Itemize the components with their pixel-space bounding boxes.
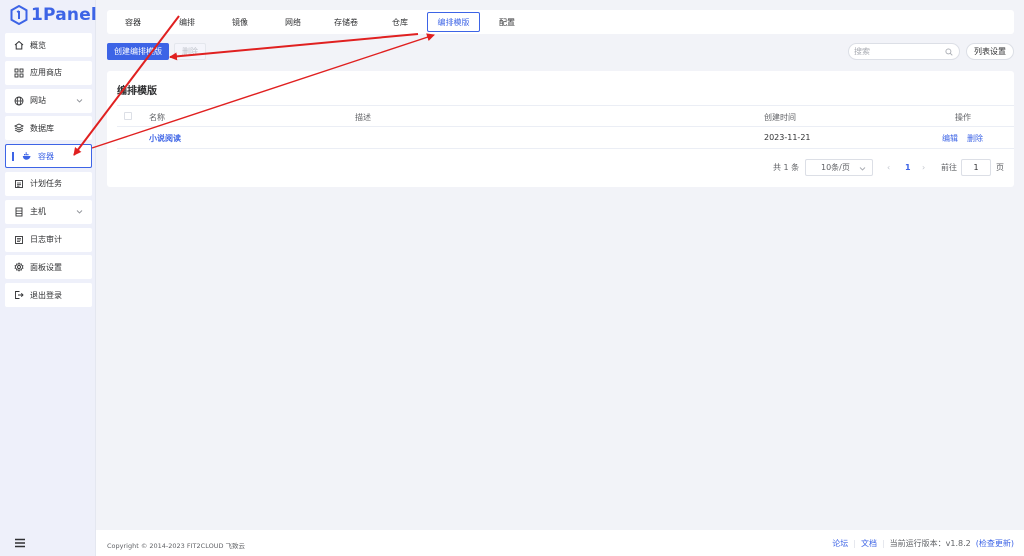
- divider: |: [853, 539, 856, 548]
- sidebar: 1Panel 概览 应用商店 网站 数据库 容器 计划任务 主机 日志审计 面板…: [0, 0, 97, 556]
- divider: [117, 105, 1014, 106]
- divider: [117, 126, 1014, 127]
- search-box[interactable]: [848, 43, 960, 60]
- divider: |: [881, 539, 885, 548]
- sidebar-item-label: 面板设置: [30, 262, 62, 272]
- sidebar-item-label: 概览: [30, 40, 46, 50]
- check-update-link[interactable]: (检查更新): [976, 538, 1014, 549]
- sidebar-item-label: 日志审计: [30, 235, 62, 245]
- version-text: 当前运行版本：v1.8.2: [889, 539, 971, 548]
- database-layers-icon: [14, 123, 24, 133]
- log-icon: [15, 235, 23, 244]
- logo-hexagon-icon: [10, 5, 28, 25]
- column-header-actions: 操作: [955, 113, 971, 122]
- footer-links: 论坛 | 文档 | 当前运行版本：v1.8.2 (检查更新): [832, 538, 1014, 549]
- globe-icon: [14, 96, 24, 106]
- chevron-down-icon: [76, 209, 83, 214]
- footer: Copyright © 2014-2023 FIT2CLOUD 飞致云 论坛 |…: [96, 530, 1024, 556]
- home-icon: [14, 40, 24, 50]
- sidebar-item-log-audit[interactable]: 日志审计: [5, 227, 92, 252]
- goto-suffix: 页: [996, 163, 1004, 172]
- edit-link[interactable]: 编辑: [942, 133, 958, 144]
- row-checkbox[interactable]: [124, 133, 132, 141]
- column-header-created: 创建时间: [764, 113, 796, 122]
- copyright-text: Copyright © 2014-2023 FIT2CLOUD 飞致云: [107, 542, 246, 550]
- tab-container[interactable]: 容器: [115, 12, 151, 32]
- logo[interactable]: 1Panel: [10, 4, 97, 26]
- sidebar-item-label: 网站: [30, 96, 46, 106]
- sidebar-item-container[interactable]: 容器: [5, 144, 92, 169]
- chevron-down-icon: [859, 167, 866, 171]
- column-header-name: 名称: [149, 113, 165, 122]
- delete-button[interactable]: 删除: [174, 43, 206, 60]
- sidebar-item-label: 计划任务: [30, 179, 62, 189]
- sidebar-item-database[interactable]: 数据库: [5, 116, 92, 141]
- sidebar-item-host[interactable]: 主机: [5, 199, 92, 224]
- tab-images[interactable]: 镜像: [223, 12, 257, 32]
- sidebar-item-logout[interactable]: 退出登录: [5, 283, 92, 308]
- apps-grid-icon: [14, 68, 24, 78]
- active-indicator: [12, 151, 14, 161]
- docker-icon: [22, 152, 31, 160]
- divider: [117, 148, 1014, 149]
- menu-collapse-icon[interactable]: [14, 538, 26, 548]
- sidebar-item-label: 应用商店: [30, 68, 62, 78]
- tab-compose-templates[interactable]: 编排模版: [427, 12, 480, 32]
- chevron-down-icon: [76, 98, 83, 103]
- create-template-button[interactable]: 创建编排模版: [107, 43, 169, 60]
- template-created-time: 2023-11-21: [764, 133, 811, 142]
- server-icon: [15, 207, 23, 217]
- prev-page-icon[interactable]: ‹: [887, 159, 890, 176]
- search-icon[interactable]: [945, 48, 953, 56]
- annotation-arrow: [169, 33, 419, 61]
- tab-bar: 容器 编排 镜像 网络 存储卷 仓库 编排模版 配置: [107, 10, 1014, 34]
- sidebar-item-label: 容器: [38, 151, 54, 161]
- page-number-current[interactable]: 1: [905, 159, 911, 176]
- tab-network[interactable]: 网络: [276, 12, 310, 32]
- templates-card: 编排模版 名称 描述 创建时间 操作 小说阅读 2023-11-21 编辑 删除…: [107, 71, 1014, 187]
- forum-link[interactable]: 论坛: [832, 538, 848, 549]
- goto-prefix: 前往: [941, 163, 957, 172]
- pagination-total: 共 1 条: [773, 163, 800, 172]
- tab-volumes[interactable]: 存储卷: [327, 12, 365, 32]
- next-page-icon[interactable]: ›: [922, 159, 925, 176]
- sidebar-item-panel-settings[interactable]: 面板设置: [5, 255, 92, 280]
- sidebar-item-cron[interactable]: 计划任务: [5, 171, 92, 196]
- card-title: 编排模版: [117, 86, 157, 97]
- logo-text: 1Panel: [31, 5, 97, 25]
- select-all-checkbox[interactable]: [124, 112, 132, 120]
- sidebar-item-app-store[interactable]: 应用商店: [5, 60, 92, 85]
- logout-icon: [15, 291, 24, 300]
- tab-compose[interactable]: 编排: [170, 12, 204, 32]
- sidebar-menu: 概览 应用商店 网站 数据库 容器 计划任务 主机 日志审计 面板设置 退出登录: [5, 33, 92, 311]
- calendar-icon: [15, 180, 23, 188]
- tab-config[interactable]: 配置: [490, 12, 524, 32]
- delete-link[interactable]: 删除: [967, 133, 983, 144]
- docs-link[interactable]: 文档: [861, 538, 877, 549]
- gear-icon: [14, 262, 24, 273]
- template-name-link[interactable]: 小说阅读: [149, 133, 181, 144]
- column-header-description: 描述: [355, 113, 371, 122]
- list-settings-button[interactable]: 列表设置: [966, 43, 1014, 60]
- page-size-value: 10条/页: [821, 163, 850, 172]
- sidebar-item-label: 主机: [30, 207, 46, 217]
- sidebar-item-overview[interactable]: 概览: [5, 33, 92, 57]
- sidebar-item-label: 退出登录: [30, 290, 62, 300]
- search-input[interactable]: [854, 47, 944, 56]
- sidebar-item-website[interactable]: 网站: [5, 88, 92, 113]
- page-size-select[interactable]: 10条/页: [805, 159, 873, 176]
- sidebar-item-label: 数据库: [30, 123, 54, 133]
- tab-repository[interactable]: 仓库: [383, 12, 417, 32]
- goto-page-input[interactable]: 1: [961, 159, 991, 176]
